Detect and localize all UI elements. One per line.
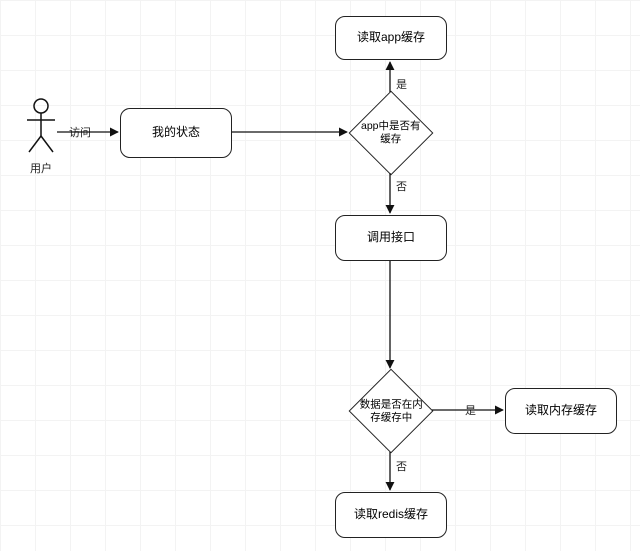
user-actor-icon [24, 98, 58, 156]
node-my-state: 我的状态 [120, 108, 232, 158]
edges-layer [0, 0, 640, 551]
node-read-app-cache: 读取app缓存 [335, 16, 447, 60]
edge-label-no-2: 否 [396, 458, 407, 474]
node-read-app-cache-label: 读取app缓存 [357, 30, 425, 46]
node-read-mem-cache: 读取内存缓存 [505, 388, 617, 434]
decision-mem-cache-label: 数据是否在内 存缓存中 [360, 398, 423, 424]
edge-label-visit: 访问 [69, 124, 91, 140]
node-read-mem-cache-label: 读取内存缓存 [525, 403, 597, 419]
decision-app-cache: app中是否有 缓存 [349, 91, 434, 176]
node-call-api: 调用接口 [335, 215, 447, 261]
actor-label: 用户 [30, 160, 52, 176]
node-call-api-label: 调用接口 [367, 230, 415, 246]
edge-label-no-1: 否 [396, 178, 407, 194]
edge-label-yes-2: 是 [465, 402, 476, 418]
node-read-redis: 读取redis缓存 [335, 492, 447, 538]
decision-mem-cache: 数据是否在内 存缓存中 [349, 369, 434, 454]
decision-app-cache-label: app中是否有 缓存 [361, 120, 421, 146]
node-my-state-label: 我的状态 [152, 125, 200, 141]
node-read-redis-label: 读取redis缓存 [354, 507, 428, 523]
flowchart-canvas: 用户 我的状态 读取app缓存 调用接口 读取内存缓存 读取redis缓存 ap… [0, 0, 640, 551]
edge-label-yes-1: 是 [396, 76, 407, 92]
